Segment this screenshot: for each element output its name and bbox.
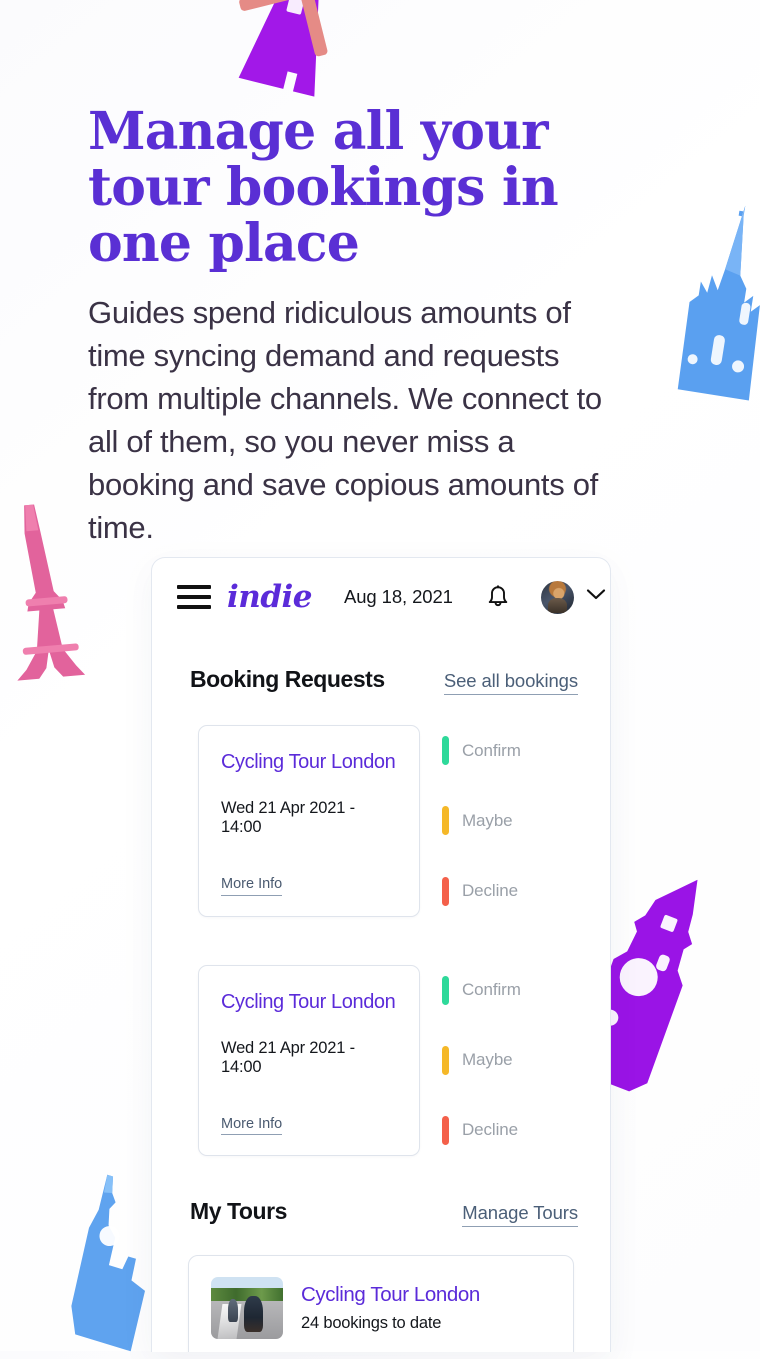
- chevron-down-icon[interactable]: [586, 588, 606, 606]
- manage-tours-link[interactable]: Manage Tours: [462, 1202, 578, 1228]
- confirm-action[interactable]: Confirm: [442, 975, 521, 1005]
- cycling-tour-thumbnail: [211, 1277, 283, 1340]
- decline-action[interactable]: Decline: [442, 876, 521, 906]
- tour-list-item[interactable]: Cycling Tour London 24 bookings to date: [211, 1277, 553, 1340]
- booking-card-date: Wed 21 Apr 2021 - 14:00: [221, 799, 355, 837]
- cathedral-illustration: [671, 199, 760, 407]
- decline-action[interactable]: Decline: [442, 1115, 521, 1145]
- booking-actions: Confirm Maybe Decline: [442, 965, 521, 1156]
- confirm-action[interactable]: Confirm: [442, 736, 521, 766]
- maybe-action[interactable]: Maybe: [442, 1045, 521, 1075]
- indie-logo[interactable]: indie: [227, 579, 313, 615]
- confirm-label: Confirm: [462, 740, 521, 760]
- confirm-pill-icon: [442, 975, 449, 1005]
- booking-request-row: Cycling Tour London Wed 21 Apr 2021 - 14…: [152, 725, 610, 917]
- booking-card-date: Wed 21 Apr 2021 - 14:00: [221, 1038, 355, 1076]
- my-tours-list: Cycling Tour London 24 bookings to date: [188, 1255, 574, 1352]
- tour-title: Cycling Tour London: [301, 1283, 480, 1307]
- hamburger-menu-icon[interactable]: [177, 585, 211, 609]
- booking-request-card[interactable]: Cycling Tour London Wed 21 Apr 2021 - 14…: [198, 964, 420, 1156]
- decline-pill-icon: [442, 1115, 449, 1145]
- booking-request-card[interactable]: Cycling Tour London Wed 21 Apr 2021 - 14…: [198, 725, 420, 917]
- maybe-pill-icon: [442, 806, 449, 836]
- app-header: indie Aug 18, 2021: [152, 558, 610, 636]
- see-all-bookings-link[interactable]: See all bookings: [443, 670, 578, 696]
- my-tours-header: My Tours Manage Tours: [152, 1197, 610, 1228]
- confirm-pill-icon: [442, 736, 449, 766]
- tour-text: Cycling Tour London 24 bookings to date: [301, 1283, 480, 1333]
- booking-requests-title: Booking Requests: [190, 666, 385, 692]
- windmill-illustration: [199, 0, 375, 107]
- maybe-action[interactable]: Maybe: [442, 806, 521, 836]
- decline-label: Decline: [462, 881, 518, 901]
- page-title: Manage all your tour bookings in one pla…: [88, 101, 559, 274]
- maybe-pill-icon: [442, 1045, 449, 1075]
- decline-pill-icon: [442, 876, 449, 906]
- more-info-link[interactable]: More Info: [221, 1116, 283, 1135]
- booking-request-row: Cycling Tour London Wed 21 Apr 2021 - 14…: [152, 964, 610, 1156]
- user-avatar[interactable]: [540, 580, 574, 614]
- bell-icon[interactable]: [485, 583, 511, 611]
- hero-description: Guides spend ridiculous amounts of time …: [88, 295, 602, 545]
- decline-label: Decline: [462, 1120, 518, 1140]
- my-tours-title: My Tours: [190, 1197, 287, 1224]
- hero-section: Manage all your tour bookings in one pla…: [88, 104, 628, 549]
- booking-actions: Confirm Maybe Decline: [442, 725, 521, 916]
- maybe-label: Maybe: [462, 810, 513, 830]
- maybe-label: Maybe: [462, 1050, 513, 1070]
- header-date: Aug 18, 2021: [344, 586, 453, 607]
- booking-card-title: Cycling Tour London: [221, 751, 396, 774]
- booking-requests-header: Booking Requests See all bookings: [152, 666, 610, 696]
- app-preview-panel: indie Aug 18, 2021 Booking Requests See …: [151, 557, 611, 1352]
- tour-bookings-count: 24 bookings to date: [301, 1314, 442, 1333]
- booking-card-title: Cycling Tour London: [221, 990, 396, 1013]
- confirm-label: Confirm: [462, 980, 521, 1000]
- more-info-link[interactable]: More Info: [221, 877, 283, 896]
